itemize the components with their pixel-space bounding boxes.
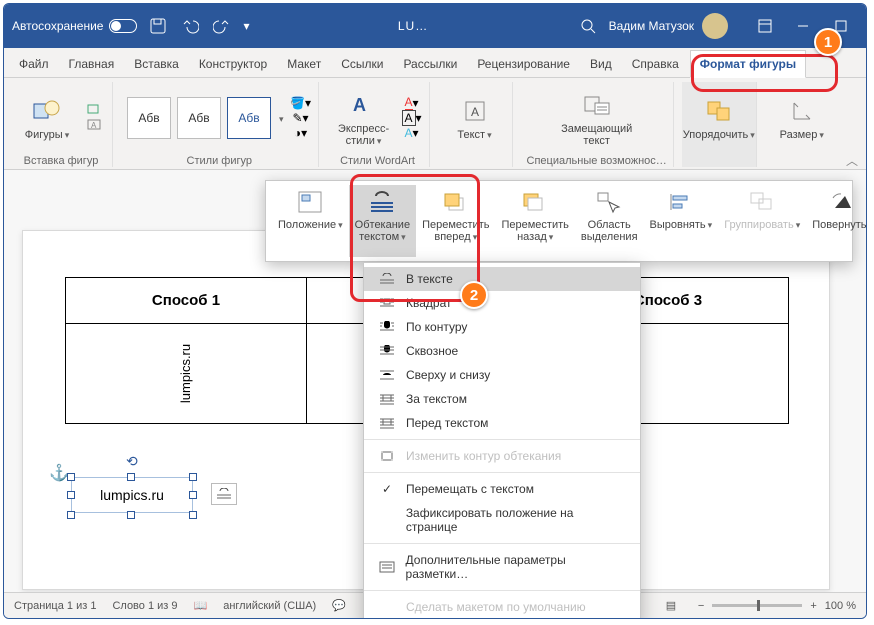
tab-view[interactable]: Вид	[581, 51, 621, 77]
anchor-icon: ⚓	[49, 463, 69, 483]
tab-layout[interactable]: Макет	[278, 51, 330, 77]
tab-file[interactable]: Файл	[10, 51, 58, 77]
selection-pane-button[interactable]: Область выделения	[575, 185, 644, 257]
tab-refs[interactable]: Ссылки	[332, 51, 392, 77]
wrap-set-default: Сделать макетом по умолчанию	[364, 595, 640, 619]
shape-style-3[interactable]: Абв	[227, 97, 271, 139]
size-button[interactable]: Размер	[771, 93, 833, 143]
shape-fill-button[interactable]: 🪣▾	[290, 96, 312, 110]
group-button: Группировать	[718, 185, 806, 257]
alt-text-button[interactable]: Замещающий текст	[566, 87, 628, 149]
text-effects-button[interactable]: A▾	[401, 126, 423, 140]
annotation-marker-1: 1	[814, 28, 842, 56]
arrange-button[interactable]: Упорядочить	[688, 93, 750, 143]
wordart-quickstyles-button[interactable]: A Экспресс- стили	[333, 87, 395, 149]
wrap-behind[interactable]: За текстом	[364, 387, 640, 411]
wrap-through[interactable]: Сквозное	[364, 339, 640, 363]
text-outline-button[interactable]: A▾	[401, 111, 423, 125]
table-cell-1: lumpics.ru	[66, 324, 307, 424]
svg-text:A: A	[91, 121, 97, 130]
zoom-slider[interactable]	[712, 604, 802, 607]
group-accessibility: Специальные возможнос…	[527, 153, 667, 167]
avatar[interactable]	[702, 13, 728, 39]
wrap-text-dropdown: В тексте Квадрат По контуру Сквозное Све…	[363, 262, 641, 619]
wrap-more-options[interactable]: Дополнительные параметры разметки…	[364, 548, 640, 586]
position-button[interactable]: Положение	[272, 185, 349, 257]
tab-home[interactable]: Главная	[60, 51, 124, 77]
group-wordart-styles: Стили WordArt	[340, 153, 415, 167]
status-words[interactable]: Слово 1 из 9	[112, 600, 177, 612]
status-accessibility-icon[interactable]: 💬	[332, 599, 346, 612]
wrap-front[interactable]: Перед текстом	[364, 411, 640, 435]
status-language[interactable]: английский (США)	[223, 600, 316, 612]
search-icon[interactable]	[577, 15, 599, 37]
rotate-button[interactable]: Повернуть	[806, 185, 867, 257]
zoom-value[interactable]: 100 %	[825, 600, 856, 612]
wrap-move-with-text[interactable]: Перемещать с текстом	[364, 477, 640, 501]
text-fill-button[interactable]: A▾	[401, 96, 423, 110]
view-web-icon[interactable]: ▤	[660, 597, 682, 615]
undo-icon[interactable]	[179, 15, 201, 37]
annotation-marker-2: 2	[460, 281, 488, 309]
tab-review[interactable]: Рецензирование	[468, 51, 579, 77]
doc-title: LU…	[260, 19, 567, 33]
status-page[interactable]: Страница 1 из 1	[14, 600, 96, 612]
selected-shape[interactable]: lumpics.ru	[71, 477, 193, 513]
zoom-out-button[interactable]: −	[698, 600, 704, 612]
svg-text:A: A	[471, 105, 479, 119]
collapse-ribbon-icon[interactable]: ︿	[846, 152, 858, 169]
layout-options-icon[interactable]	[211, 483, 237, 505]
wrap-tight[interactable]: По контуру	[364, 315, 640, 339]
shapes-gallery-button[interactable]: Фигуры	[16, 93, 78, 143]
svg-text:A: A	[353, 95, 366, 115]
shape-effects-button[interactable]: ◑▾	[290, 126, 312, 140]
rotation-handle[interactable]: ⟲	[126, 453, 138, 470]
zoom-in-button[interactable]: +	[810, 600, 816, 612]
edit-shape-icon[interactable]	[84, 103, 106, 117]
tab-help[interactable]: Справка	[623, 51, 688, 77]
annotation-highlight-2	[350, 174, 480, 302]
shape-style-1[interactable]: Абв	[127, 97, 171, 139]
group-insert-shapes: Вставка фигур	[24, 153, 99, 167]
user-name: Вадим Матузок	[609, 19, 694, 33]
text-button[interactable]: A Текст	[444, 93, 506, 143]
table-header-1: Способ 1	[66, 278, 307, 324]
redo-icon[interactable]	[211, 15, 233, 37]
ribbon-options-icon[interactable]	[748, 13, 782, 39]
group-shape-styles: Стили фигур	[187, 153, 252, 167]
wrap-edit-points: Изменить контур обтекания	[364, 444, 640, 468]
send-backward-button[interactable]: Переместить назад	[495, 185, 574, 257]
status-proofing-icon[interactable]: 📖	[194, 599, 208, 612]
tab-mail[interactable]: Рассылки	[394, 51, 466, 77]
tab-design[interactable]: Конструктор	[190, 51, 276, 77]
shape-outline-button[interactable]: ✎▾	[290, 111, 312, 125]
wrap-topbottom[interactable]: Сверху и снизу	[364, 363, 640, 387]
wrap-fix-position[interactable]: Зафиксировать положение на странице	[364, 501, 640, 539]
shape-style-2[interactable]: Абв	[177, 97, 221, 139]
align-button[interactable]: Выровнять	[644, 185, 719, 257]
textbox-icon[interactable]: A	[84, 118, 106, 132]
autosave-label: Автосохранение	[12, 19, 103, 33]
autosave-toggle[interactable]	[109, 19, 137, 33]
annotation-highlight-1	[691, 54, 838, 92]
tab-insert[interactable]: Вставка	[125, 51, 188, 77]
save-icon[interactable]	[147, 15, 169, 37]
